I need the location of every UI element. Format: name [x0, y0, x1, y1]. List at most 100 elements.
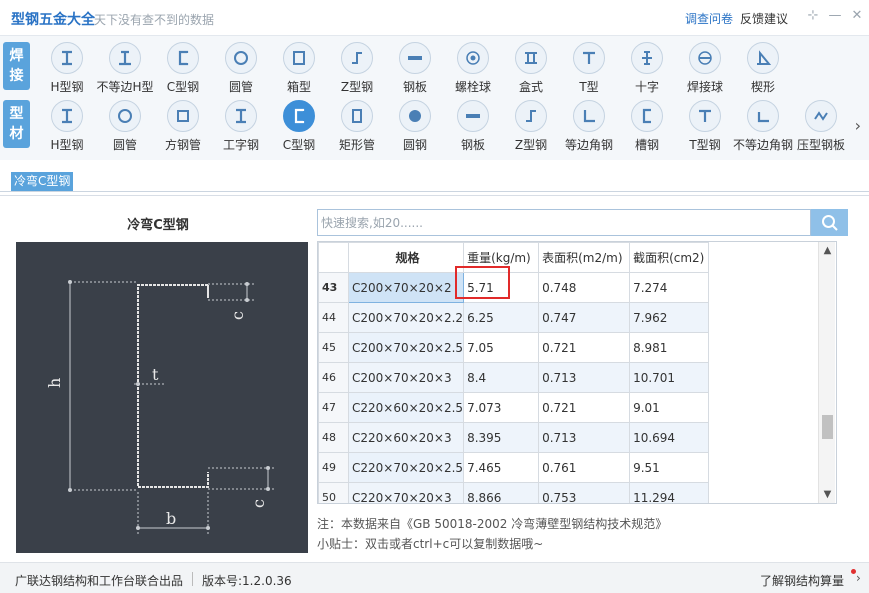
cell-area[interactable]: 11.294 [629, 482, 710, 503]
cell-surface[interactable]: 0.721 [538, 392, 631, 423]
tool-label: 方钢管 [164, 138, 201, 152]
cell-spec[interactable]: C200×70×20×2.5 [347, 332, 465, 363]
chevron-right-icon[interactable]: › [856, 571, 861, 585]
table-row[interactable]: 44 C200×70×20×2.2 6.25 0.747 7.962 [318, 302, 710, 333]
profile-item-steel-plate[interactable]: 钢板 [443, 100, 503, 154]
profile-item-rect-tube[interactable]: 矩形管 [327, 100, 387, 154]
cell-spec[interactable]: C220×70×20×2.5 [347, 452, 465, 483]
row-index[interactable]: 45 [318, 332, 349, 363]
app-slogan: 天下没有查不到的数据 [94, 13, 215, 27]
table-row[interactable]: 43 C200×70×20×2 5.71 0.748 7.274 [318, 272, 710, 303]
scroll-thumb[interactable] [822, 415, 833, 439]
cell-surface[interactable]: 0.713 [538, 422, 631, 453]
welding-item-wedge[interactable]: 楔形 [733, 42, 793, 96]
learn-more-link[interactable]: 了解钢结构算量 [760, 572, 844, 589]
tool-label: H型钢 [50, 138, 84, 152]
scroll-down-icon[interactable]: ▼ [819, 486, 836, 503]
row-index[interactable]: 48 [318, 422, 349, 453]
cell-area[interactable]: 10.701 [629, 362, 710, 393]
close-icon[interactable]: ✕ [849, 8, 865, 24]
cell-surface[interactable]: 0.761 [538, 452, 631, 483]
cell-weight[interactable]: 6.25 [463, 302, 540, 333]
cell-weight[interactable]: 8.395 [463, 422, 540, 453]
cell-area[interactable]: 9.01 [629, 392, 710, 423]
profile-item-round-pipe[interactable]: 圆管 [95, 100, 155, 154]
cell-weight[interactable]: 7.05 [463, 332, 540, 363]
cell-area[interactable]: 10.694 [629, 422, 710, 453]
header-spec[interactable]: 规格 [347, 242, 465, 273]
row-index[interactable]: 47 [318, 392, 349, 423]
table-row[interactable]: 50 C220×70×20×3 8.866 0.753 11.294 [318, 482, 710, 503]
cell-spec[interactable]: C200×70×20×2 [347, 272, 465, 303]
cell-surface[interactable]: 0.713 [538, 362, 631, 393]
welding-item-t-section[interactable]: T型 [559, 42, 619, 96]
cell-surface[interactable]: 0.753 [538, 482, 631, 503]
welding-item-box-section[interactable]: 箱型 [269, 42, 329, 96]
table-row[interactable]: 46 C200×70×20×3 8.4 0.713 10.701 [318, 362, 710, 393]
cell-weight[interactable]: 7.465 [463, 452, 540, 483]
cell-area[interactable]: 7.962 [629, 302, 710, 333]
row-index[interactable]: 49 [318, 452, 349, 483]
cell-weight[interactable]: 8.866 [463, 482, 540, 503]
breadcrumb[interactable]: 冷弯C型钢 [11, 172, 74, 191]
cell-spec[interactable]: C200×70×20×3 [347, 362, 465, 393]
profile-item-profiled-sheet[interactable]: 压型钢板 [791, 100, 851, 154]
ribbon-next-icon[interactable]: › [855, 116, 861, 135]
profile-item-square-tube[interactable]: 方钢管 [153, 100, 213, 154]
cell-area[interactable]: 7.274 [629, 272, 710, 303]
table-scrollbar[interactable]: ▲ ▼ [818, 242, 835, 503]
profile-item-t-section[interactable]: T型钢 [675, 100, 735, 154]
welding-item-round-pipe[interactable]: 圆管 [211, 42, 271, 96]
profile-item-i-beam[interactable]: 工字钢 [211, 100, 271, 154]
tab-welding[interactable]: 焊 接 [3, 42, 30, 90]
welded-ball-icon [689, 42, 721, 74]
cell-spec[interactable]: C220×60×20×3 [347, 422, 465, 453]
cell-area[interactable]: 8.981 [629, 332, 710, 363]
survey-link[interactable]: 调查问卷 [685, 10, 733, 27]
profile-item-unequal-angle[interactable]: 不等边角钢 [733, 100, 793, 154]
welding-item-z-section[interactable]: Z型钢 [327, 42, 387, 96]
profile-item-equal-angle[interactable]: 等边角钢 [559, 100, 619, 154]
pin-icon[interactable]: ⊹ [805, 8, 821, 24]
row-index[interactable]: 44 [318, 302, 349, 333]
table-row[interactable]: 45 C200×70×20×2.5 7.05 0.721 8.981 [318, 332, 710, 363]
welding-item-welded-ball[interactable]: 焊接球 [675, 42, 735, 96]
cell-spec[interactable]: C220×60×20×2.5 [347, 392, 465, 423]
welding-item-h-beam[interactable]: H型钢 [37, 42, 97, 96]
search-button[interactable] [811, 209, 848, 236]
header-surface[interactable]: 表面积(m2/m) [538, 242, 631, 273]
table-row[interactable]: 49 C220×70×20×2.5 7.465 0.761 9.51 [318, 452, 710, 483]
feedback-link[interactable]: 反馈建议 [740, 10, 788, 27]
welding-item-bolt-ball[interactable]: 螺栓球 [443, 42, 503, 96]
welding-item-cross-section[interactable]: 十字 [617, 42, 677, 96]
profile-item-round-bar[interactable]: 圆钢 [385, 100, 445, 154]
profile-item-c-channel[interactable]: C型钢 [269, 100, 329, 154]
welding-item-steel-plate[interactable]: 钢板 [385, 42, 445, 96]
cell-weight[interactable]: 7.073 [463, 392, 540, 423]
cell-surface[interactable]: 0.721 [538, 332, 631, 363]
cell-surface[interactable]: 0.747 [538, 302, 631, 333]
profile-item-channel[interactable]: 槽钢 [617, 100, 677, 154]
search-input[interactable] [318, 210, 810, 235]
minimize-icon[interactable]: — [827, 8, 843, 24]
cell-spec[interactable]: C220×70×20×3 [347, 482, 465, 503]
table-row[interactable]: 48 C220×60×20×3 8.395 0.713 10.694 [318, 422, 710, 453]
welding-item-c-channel[interactable]: C型钢 [153, 42, 213, 96]
tab-profile[interactable]: 型 材 [3, 100, 30, 148]
row-index[interactable]: 50 [318, 482, 349, 503]
scroll-up-icon[interactable]: ▲ [819, 242, 836, 259]
row-index[interactable]: 43 [318, 272, 349, 303]
welding-item-unequal-h[interactable]: 不等边H型 [95, 42, 155, 96]
profile-item-z-section[interactable]: Z型钢 [501, 100, 561, 154]
tool-label: 等边角钢 [564, 138, 613, 152]
row-index[interactable]: 46 [318, 362, 349, 393]
status-divider [192, 572, 193, 586]
welding-item-box-type[interactable]: 盒式 [501, 42, 561, 96]
cell-spec[interactable]: C200×70×20×2.2 [347, 302, 465, 333]
cell-area[interactable]: 9.51 [629, 452, 710, 483]
profile-item-h-beam[interactable]: H型钢 [37, 100, 97, 154]
cell-surface[interactable]: 0.748 [538, 272, 631, 303]
table-row[interactable]: 47 C220×60×20×2.5 7.073 0.721 9.01 [318, 392, 710, 423]
header-area[interactable]: 截面积(cm2) [629, 242, 710, 273]
cell-weight[interactable]: 8.4 [463, 362, 540, 393]
